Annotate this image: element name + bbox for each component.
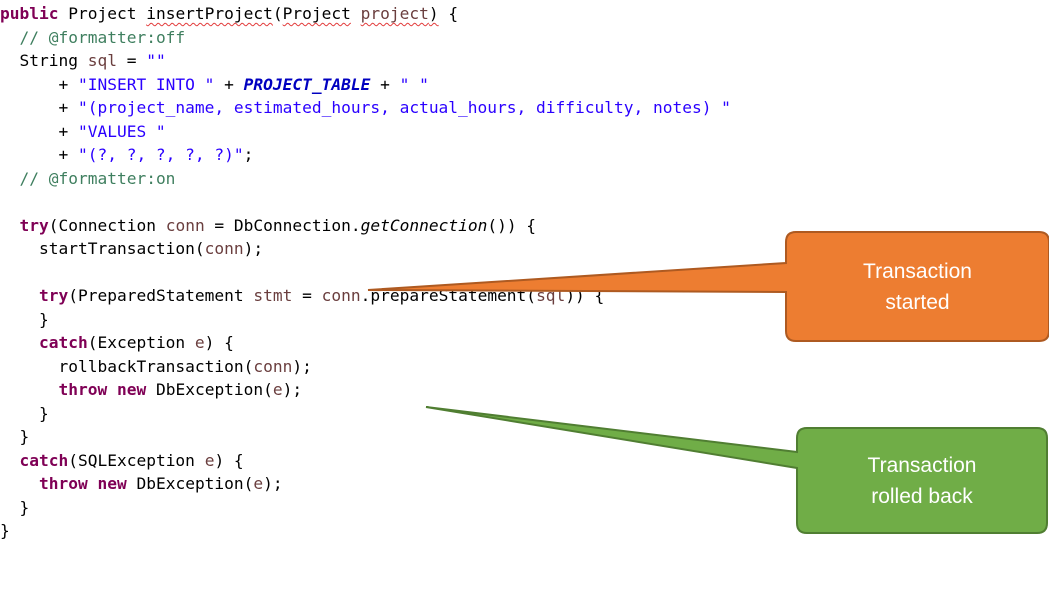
callout-rolled-back-label: Transaction rolled back — [867, 454, 977, 508]
callout-started-label: Transaction started — [863, 260, 972, 314]
